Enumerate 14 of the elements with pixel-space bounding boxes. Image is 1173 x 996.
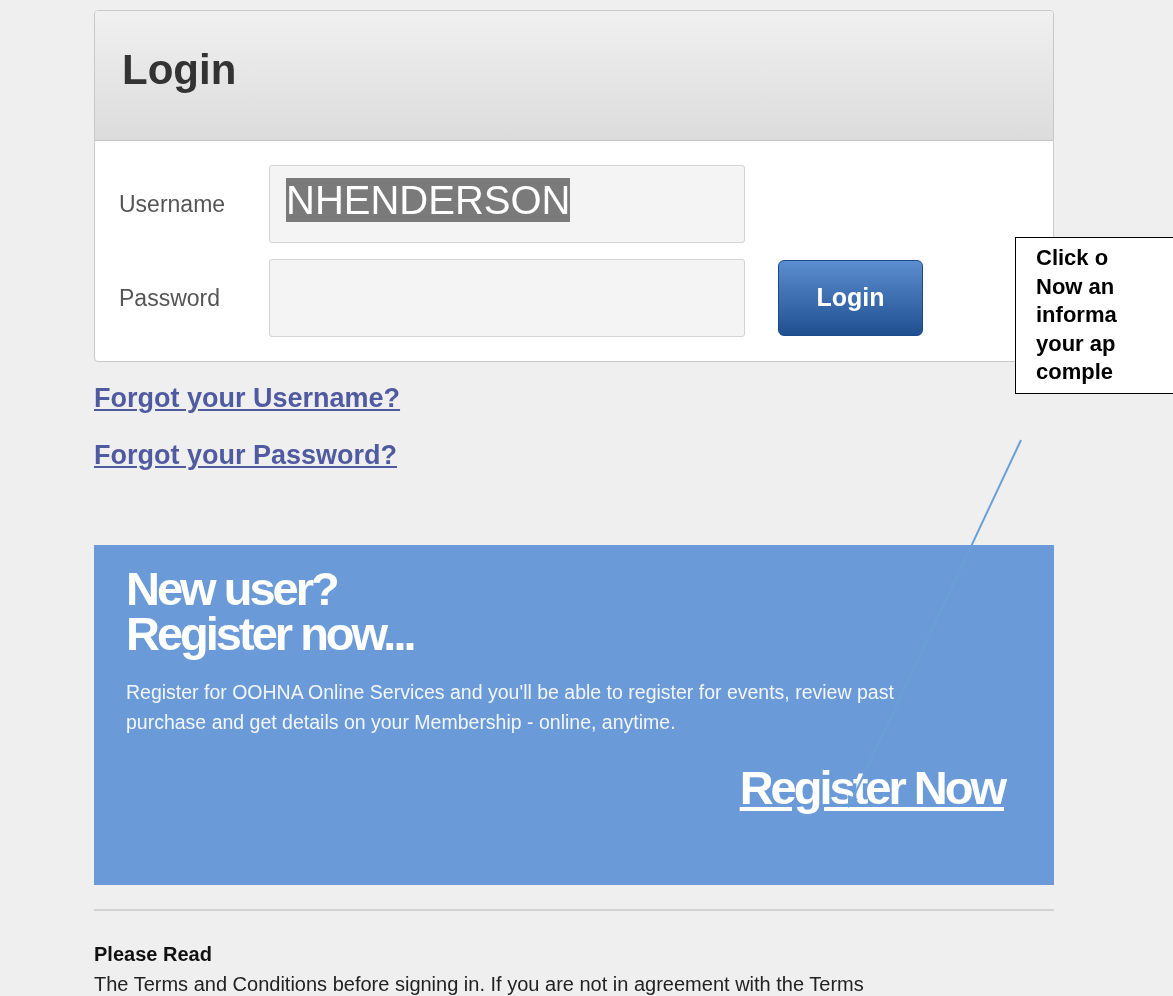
username-field[interactable]: NHENDERSON: [269, 165, 745, 243]
register-description: Register for OOHNA Online Services and you'll be able to register for events, review past purchase and get details on your Membership - online, anytime.: [126, 680, 895, 735]
notice-text: The Terms and Conditions before signing in. If you are not in agreement with the Terms: [94, 972, 865, 996]
panel-title: Login: [95, 11, 1053, 141]
notice-title: Please Read: [94, 942, 213, 967]
field-label: Username: [119, 189, 227, 219]
register-now-link[interactable]: Register Now: [739, 760, 1004, 814]
terms-link[interactable]: Terms and Conditions: [133, 973, 328, 995]
field-label: Password: [119, 283, 221, 313]
callout-box: Click o Now an informa your ap comple: [1015, 237, 1173, 394]
forgot-link[interactable]: Forgot your Username?: [94, 378, 401, 419]
password-field[interactable]: [269, 259, 745, 337]
login-button[interactable]: Login: [778, 260, 923, 336]
forgot-link[interactable]: Forgot your Password?: [94, 434, 398, 475]
